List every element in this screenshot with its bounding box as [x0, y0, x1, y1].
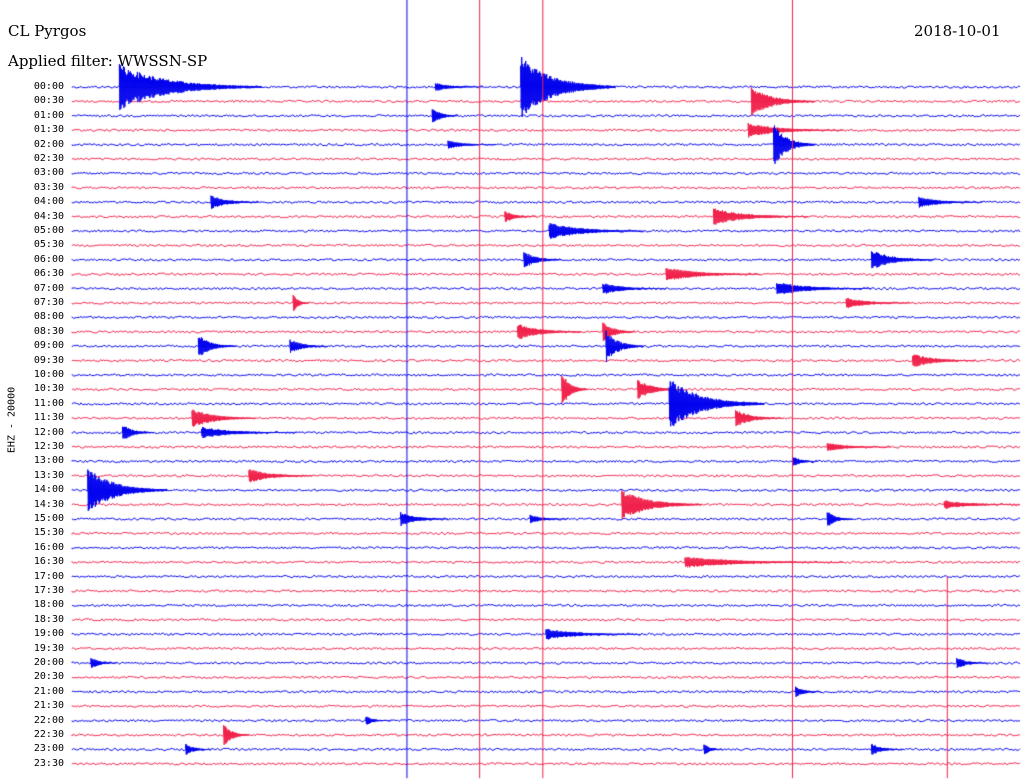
row-time-label: 20:30 [33, 671, 64, 683]
filter-subtitle: Applied filter: WWSSN-SP [8, 52, 208, 70]
row-time-label: 19:30 [33, 642, 64, 654]
row-time-label: 22:30 [33, 729, 64, 740]
row-time-label: 23:00 [33, 743, 64, 755]
row-time-label: 03:00 [33, 167, 64, 179]
row-time-label: 04:00 [33, 196, 64, 208]
row-time-label: 10:30 [33, 383, 64, 395]
row-time-label: 02:30 [33, 153, 64, 164]
row-time-label: 19:00 [33, 628, 64, 640]
row-time-label: 12:30 [33, 441, 64, 452]
row-time-label: 08:00 [33, 311, 64, 323]
date-label: 2018-10-01 [914, 22, 1001, 40]
row-time-label: 09:30 [33, 354, 64, 366]
row-time-label: 15:00 [33, 513, 64, 524]
row-time-label: 03:30 [33, 181, 64, 193]
row-time-label: 12:00 [33, 426, 64, 438]
row-time-label: 08:30 [33, 325, 64, 337]
row-time-label: 01:30 [33, 124, 64, 136]
row-time-label: 05:30 [33, 239, 64, 251]
row-time-label: 07:00 [33, 282, 64, 294]
channel-axis-label: EHZ - 20000 [6, 386, 18, 454]
row-time-label: 18:00 [33, 599, 64, 611]
row-time-label: 23:30 [33, 757, 64, 769]
row-time-label: 15:30 [33, 527, 64, 539]
row-time-label: 11:30 [33, 412, 64, 424]
row-time-label: 00:00 [33, 81, 64, 92]
row-time-label: 06:00 [33, 253, 64, 265]
row-time-label: 14:00 [33, 484, 64, 496]
row-time-label: 17:30 [33, 585, 64, 596]
row-time-label: 16:00 [33, 541, 64, 553]
row-time-label: 21:00 [33, 685, 64, 697]
row-time-label: 00:30 [33, 95, 64, 107]
row-time-label: 14:30 [33, 498, 64, 510]
row-time-label: 20:00 [33, 657, 64, 668]
row-time-label: 02:00 [33, 138, 64, 150]
row-time-label: 11:00 [33, 397, 64, 409]
row-time-label: 01:00 [33, 109, 64, 121]
row-time-label: 07:30 [33, 297, 64, 308]
helicorder-plot [0, 0, 1024, 780]
row-time-label: 13:00 [33, 455, 64, 467]
row-time-label: 13:30 [33, 469, 64, 481]
station-title: CL Pyrgos [8, 22, 87, 40]
row-time-label: 22:00 [33, 714, 64, 726]
row-time-label: 09:00 [33, 340, 64, 352]
row-time-label: 06:30 [33, 268, 64, 280]
row-time-label: 10:00 [33, 369, 64, 380]
row-time-label: 17:00 [33, 570, 64, 582]
row-time-label: 18:30 [33, 613, 64, 625]
row-time-label: 21:30 [33, 700, 64, 712]
row-time-label: 16:30 [33, 556, 64, 568]
row-time-label: 05:00 [33, 225, 64, 236]
row-time-label: 04:30 [33, 210, 64, 222]
